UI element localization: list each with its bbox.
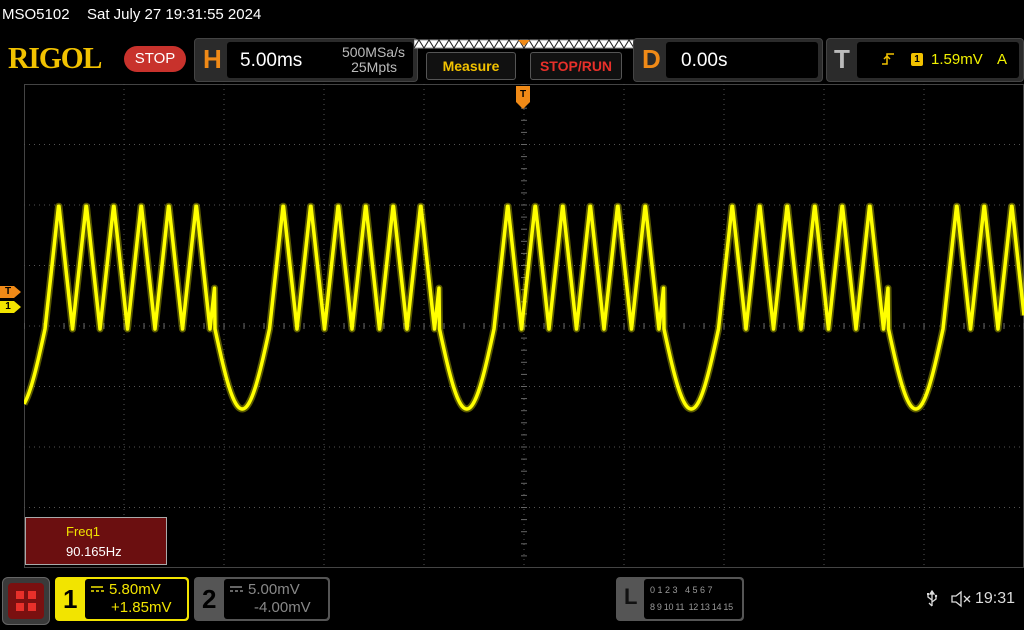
system-clock: 19:31	[975, 590, 1016, 607]
channel1-offset: +1.85mV	[111, 599, 172, 616]
horizontal-values: 5.00ms 500MSa/s 25Mpts	[227, 42, 413, 78]
logic-channels-row2: 8 9 10 11 12 13 14 15	[650, 602, 733, 612]
trigger-source-badge: 1	[911, 53, 923, 66]
measurement-readout[interactable]: Freq1 90.165Hz	[25, 517, 167, 565]
menu-grid-icon	[8, 583, 44, 619]
run-state-badge[interactable]: STOP	[124, 46, 186, 72]
memory-strip-graphic	[413, 39, 635, 49]
model-name: MSO5102	[2, 6, 70, 23]
horizontal-letter: H	[203, 44, 222, 74]
trigger-panel[interactable]: T 1 1.59mV A	[826, 38, 1024, 82]
sample-rate: 500MSa/s	[341, 44, 405, 60]
date-time: Sat July 27 19:31:55 2024	[87, 6, 262, 23]
rising-edge-icon	[881, 52, 895, 71]
channel2-offset: -4.00mV	[254, 599, 311, 616]
trigger-position-marker[interactable]: T	[516, 86, 530, 110]
channel1-values: 5.80mV +1.85mV	[85, 579, 187, 619]
channel2-number: 2	[202, 584, 217, 614]
delay-values: 0.00s	[666, 42, 818, 78]
memory-depth: 25Mpts	[351, 59, 397, 75]
horizontal-panel[interactable]: H 5.00ms 500MSa/s 25Mpts	[194, 38, 418, 82]
trigger-values: 1 1.59mV A	[857, 42, 1019, 78]
title-bar: MSO5102 Sat July 27 19:31:55 2024	[0, 0, 1024, 30]
usb-icon	[925, 589, 939, 613]
logic-analyzer-panel[interactable]: L 0 1 2 3 4 5 6 7 8 9 10 11 12 13 14 15	[616, 577, 744, 621]
dc-coupling-icon	[91, 586, 104, 592]
channel2-panel[interactable]: 2 5.00mV -4.00mV	[194, 577, 330, 621]
logic-channels: 0 1 2 3 4 5 6 7 8 9 10 11 12 13 14 15	[644, 579, 742, 619]
speaker-muted-icon[interactable]	[950, 590, 972, 613]
measure-button[interactable]: Measure	[426, 52, 516, 80]
logic-analyzer-letter: L	[624, 584, 638, 609]
channel2-scale: 5.00mV	[248, 581, 300, 598]
dc-coupling-icon	[230, 586, 243, 592]
delay-value: 0.00s	[681, 50, 728, 71]
menu-button[interactable]	[2, 577, 50, 625]
logic-channels-row1: 0 1 2 3 4 5 6 7	[650, 585, 713, 595]
timebase-value: 5.00ms	[240, 50, 303, 71]
memory-position-strip	[413, 38, 635, 49]
channel1-trace	[20, 202, 1024, 413]
channel1-scale: 5.80mV	[109, 581, 161, 598]
trigger-mode: A	[997, 51, 1008, 68]
channel1-offset-marker[interactable]: 1	[0, 301, 22, 313]
channel1-number: 1	[63, 584, 78, 614]
trigger-level-marker[interactable]: T	[0, 286, 22, 298]
graticule	[20, 83, 1024, 568]
channel1-panel[interactable]: 1 5.80mV +1.85mV	[55, 577, 189, 621]
delay-panel[interactable]: D 0.00s	[633, 38, 823, 82]
rigol-logo: RIGOL	[8, 40, 102, 75]
waveform-display[interactable]	[20, 83, 1024, 568]
trigger-letter: T	[834, 44, 850, 74]
measurement-value: 90.165Hz	[66, 544, 122, 559]
channel2-values: 5.00mV -4.00mV	[224, 579, 328, 619]
delay-letter: D	[642, 44, 661, 74]
trigger-level: 1.59mV	[931, 51, 983, 68]
measurement-name: Freq1	[66, 524, 100, 539]
stop-run-button[interactable]: STOP/RUN	[530, 52, 622, 80]
